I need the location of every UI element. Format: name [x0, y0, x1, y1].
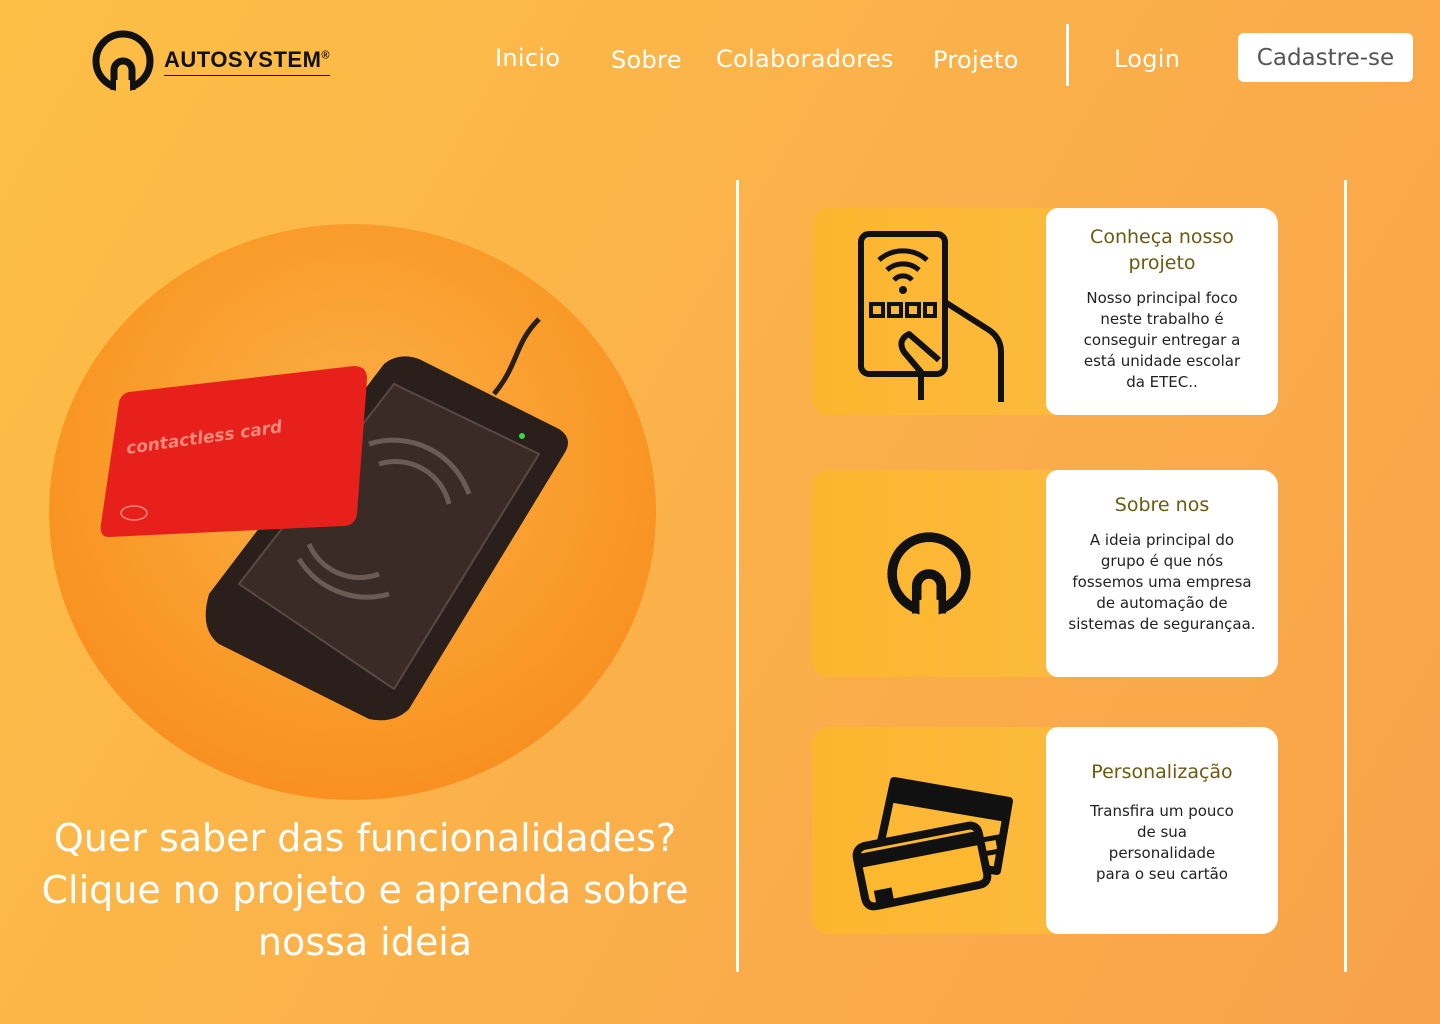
card-description: A ideia principal do grupo é que nós fos… — [1068, 531, 1256, 633]
signup-button[interactable]: Cadastre-se — [1238, 33, 1413, 82]
nav-inicio[interactable]: Inicio — [495, 44, 560, 72]
nav-colaboradores[interactable]: Colaboradores — [716, 45, 894, 73]
hero-cta: Quer saber das funcionalidades? Clique n… — [41, 816, 689, 964]
feature-card-projeto[interactable]: Conheça nosso projeto Nosso principal fo… — [812, 208, 1278, 415]
nav-divider — [1066, 24, 1069, 86]
card-title: Conheça nosso projeto — [1090, 226, 1234, 274]
nav-sobre[interactable]: Sobre — [611, 46, 682, 74]
card-description: Nosso principal foco neste trabalho é co… — [1083, 289, 1241, 391]
nav-login[interactable]: Login — [1114, 45, 1180, 73]
card-title: Personalização — [1091, 761, 1233, 783]
credit-cards-icon — [852, 776, 1013, 910]
hand-card-icon — [858, 230, 1004, 402]
brand-logo[interactable]: AUTOSYSTEM® — [90, 28, 330, 94]
feature-card-personalizacao[interactable]: Personalização Transfira um pouco de sua… — [812, 727, 1278, 934]
brand-name: AUTOSYSTEM® — [164, 47, 330, 76]
brand-logo-icon — [887, 531, 971, 619]
brand-logo-icon — [92, 30, 154, 94]
divider-right — [1344, 180, 1347, 972]
feature-card-sobre[interactable]: Sobre nos A ideia principal do grupo é q… — [812, 470, 1278, 677]
divider-left — [736, 180, 739, 972]
card-description: Transfira um pouco de sua personalidade … — [1090, 802, 1234, 883]
nav-projeto[interactable]: Projeto — [933, 46, 1019, 74]
card-title: Sobre nos — [1114, 494, 1210, 516]
card-reader-image: contactless card — [100, 317, 568, 721]
